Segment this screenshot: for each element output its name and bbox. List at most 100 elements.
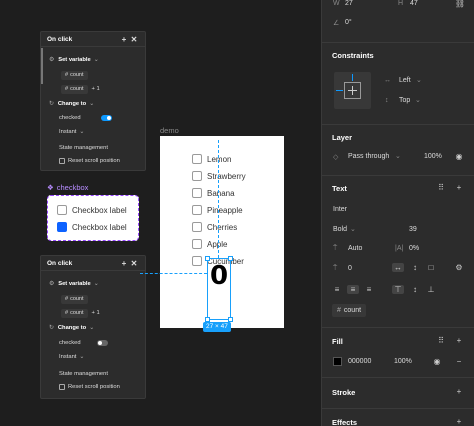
constrain-proportions-icon[interactable]: ⛓ [454, 0, 466, 8]
animation-select[interactable]: Instant [59, 354, 76, 360]
align-top-icon[interactable]: ⊤ [392, 285, 404, 294]
resize-handle[interactable] [228, 256, 233, 261]
align-left-icon[interactable]: ≡ [331, 285, 343, 294]
text-settings-icon[interactable]: ⚙ [453, 263, 465, 272]
checkbox-box[interactable] [192, 188, 202, 198]
variable-chip[interactable]: # count [61, 308, 88, 318]
eye-icon[interactable]: ◉ [453, 152, 465, 161]
remove-fill-icon[interactable]: − [453, 357, 465, 366]
close-icon[interactable]: ✕ [129, 35, 139, 44]
align-right-icon[interactable]: ≡ [363, 285, 375, 294]
reset-scroll-label: Reset scroll position [68, 384, 120, 390]
action-label: Change to [57, 101, 87, 107]
fixed-size-icon[interactable]: □ [425, 263, 437, 272]
add-fill-icon[interactable]: + [453, 336, 465, 345]
letter-spacing-input[interactable]: 0% [409, 245, 419, 252]
set-variable-row[interactable]: ⚙ Set variable ⌄ [41, 278, 145, 290]
expression-row[interactable]: # count + 1 [41, 307, 145, 319]
font-weight-select[interactable]: Bold [333, 226, 347, 233]
checkbox-variant-checked[interactable]: Checkbox label [57, 221, 127, 233]
checkbox-box[interactable] [192, 171, 202, 181]
variable-target-row[interactable]: # count [41, 293, 145, 305]
fill-opacity-input[interactable]: 100% [394, 358, 412, 365]
constraint-top-line[interactable] [352, 74, 353, 81]
checked-toggle[interactable] [101, 115, 112, 121]
fill-styles-icon[interactable]: ⠿ [435, 336, 447, 345]
list-item[interactable]: Lemon [192, 153, 231, 165]
property-label: checked [59, 340, 81, 346]
auto-height-icon[interactable]: ↕ [409, 263, 421, 272]
layer-opacity-input[interactable]: 100% [424, 153, 442, 160]
checkbox-box[interactable] [57, 205, 67, 215]
action-label: Set variable [58, 281, 91, 287]
blend-mode-select[interactable]: Pass through [348, 153, 389, 160]
add-effect-icon[interactable]: + [453, 417, 465, 426]
fill-swatch[interactable] [333, 357, 342, 366]
set-variable-row[interactable]: ⚙ Set variable ⌄ [41, 54, 145, 66]
checked-toggle[interactable] [97, 340, 108, 346]
checkbox-box-checked[interactable] [57, 222, 67, 232]
variable-chip[interactable]: # count [61, 294, 88, 304]
rotation-input[interactable]: 0° [345, 19, 352, 26]
divider [322, 408, 474, 409]
variable-chip[interactable]: # count [61, 84, 88, 94]
checkbox-component-set[interactable]: Checkbox label Checkbox label [47, 195, 139, 241]
reset-scroll-row[interactable]: Reset scroll position [41, 155, 145, 167]
change-to-row[interactable]: ↻ Change to ⌄ [41, 98, 145, 110]
constraint-center-v [352, 86, 353, 95]
width-input[interactable]: 27 [345, 0, 353, 7]
constraint-left-line[interactable] [336, 90, 343, 91]
expression-row[interactable]: # count + 1 [41, 83, 145, 95]
add-text-style-icon[interactable]: + [453, 183, 465, 192]
eye-icon[interactable]: ◉ [431, 357, 443, 366]
selected-counter-text[interactable]: 0 [205, 256, 233, 322]
frame-name[interactable]: demo [160, 126, 179, 135]
variable-target-row[interactable]: # count [41, 69, 145, 81]
checkbox-label: Checkbox label [72, 222, 127, 232]
checked-property-row: checked [41, 337, 145, 349]
chevron-down-icon: ⌄ [415, 97, 421, 104]
reset-scroll-row[interactable]: Reset scroll position [41, 381, 145, 393]
text-styles-icon[interactable]: ⠿ [435, 183, 447, 192]
add-stroke-icon[interactable]: + [453, 387, 465, 396]
animation-row[interactable]: Instant ⌄ [41, 126, 145, 138]
align-center-icon[interactable]: ≡ [347, 285, 359, 294]
list-item[interactable]: Banana [192, 187, 235, 199]
font-family-select[interactable]: Inter [333, 206, 347, 213]
horizontal-constraint-select[interactable]: Left [399, 77, 411, 84]
line-height-input[interactable]: Auto [348, 245, 362, 252]
vertical-constraint-select[interactable]: Top [399, 97, 410, 104]
reset-scroll-checkbox[interactable] [59, 158, 65, 164]
reset-scroll-checkbox[interactable] [59, 384, 65, 390]
checkbox-box[interactable] [192, 256, 202, 266]
checkbox-box[interactable] [192, 239, 202, 249]
auto-width-icon[interactable]: ↔ [392, 263, 404, 272]
align-bottom-icon[interactable]: ⊥ [425, 285, 437, 294]
checkbox-box[interactable] [192, 222, 202, 232]
add-icon[interactable]: + [119, 259, 129, 268]
component-label[interactable]: ❖ checkbox [47, 183, 88, 192]
checkbox-variant-unchecked[interactable]: Checkbox label [57, 204, 127, 216]
align-middle-icon[interactable]: ↕ [409, 285, 421, 294]
checkbox-box[interactable] [192, 154, 202, 164]
bound-variable-chip[interactable]: # count [332, 304, 367, 317]
trigger-label[interactable]: On click [47, 36, 119, 43]
add-icon[interactable]: + [119, 35, 129, 44]
fill-hex-input[interactable]: 000000 [348, 358, 371, 365]
height-input[interactable]: 47 [410, 0, 418, 7]
animation-select[interactable]: Instant [59, 129, 76, 135]
change-to-row[interactable]: ↻ Change to ⌄ [41, 322, 145, 334]
font-size-input[interactable]: 39 [409, 226, 417, 233]
variable-chip[interactable]: # count [61, 70, 88, 80]
interaction-header: On click + ✕ [41, 32, 145, 47]
set-variable-icon: ⚙ [49, 57, 55, 63]
trigger-label[interactable]: On click [47, 260, 119, 267]
checkbox-box[interactable] [192, 205, 202, 215]
resize-handle[interactable] [205, 256, 210, 261]
list-item[interactable]: Apple [192, 238, 227, 250]
close-icon[interactable]: ✕ [129, 259, 139, 268]
constraints-widget[interactable] [334, 72, 371, 109]
list-item[interactable]: Cherries [192, 221, 237, 233]
animation-row[interactable]: Instant ⌄ [41, 351, 145, 363]
paragraph-spacing-input[interactable]: 0 [348, 265, 352, 272]
